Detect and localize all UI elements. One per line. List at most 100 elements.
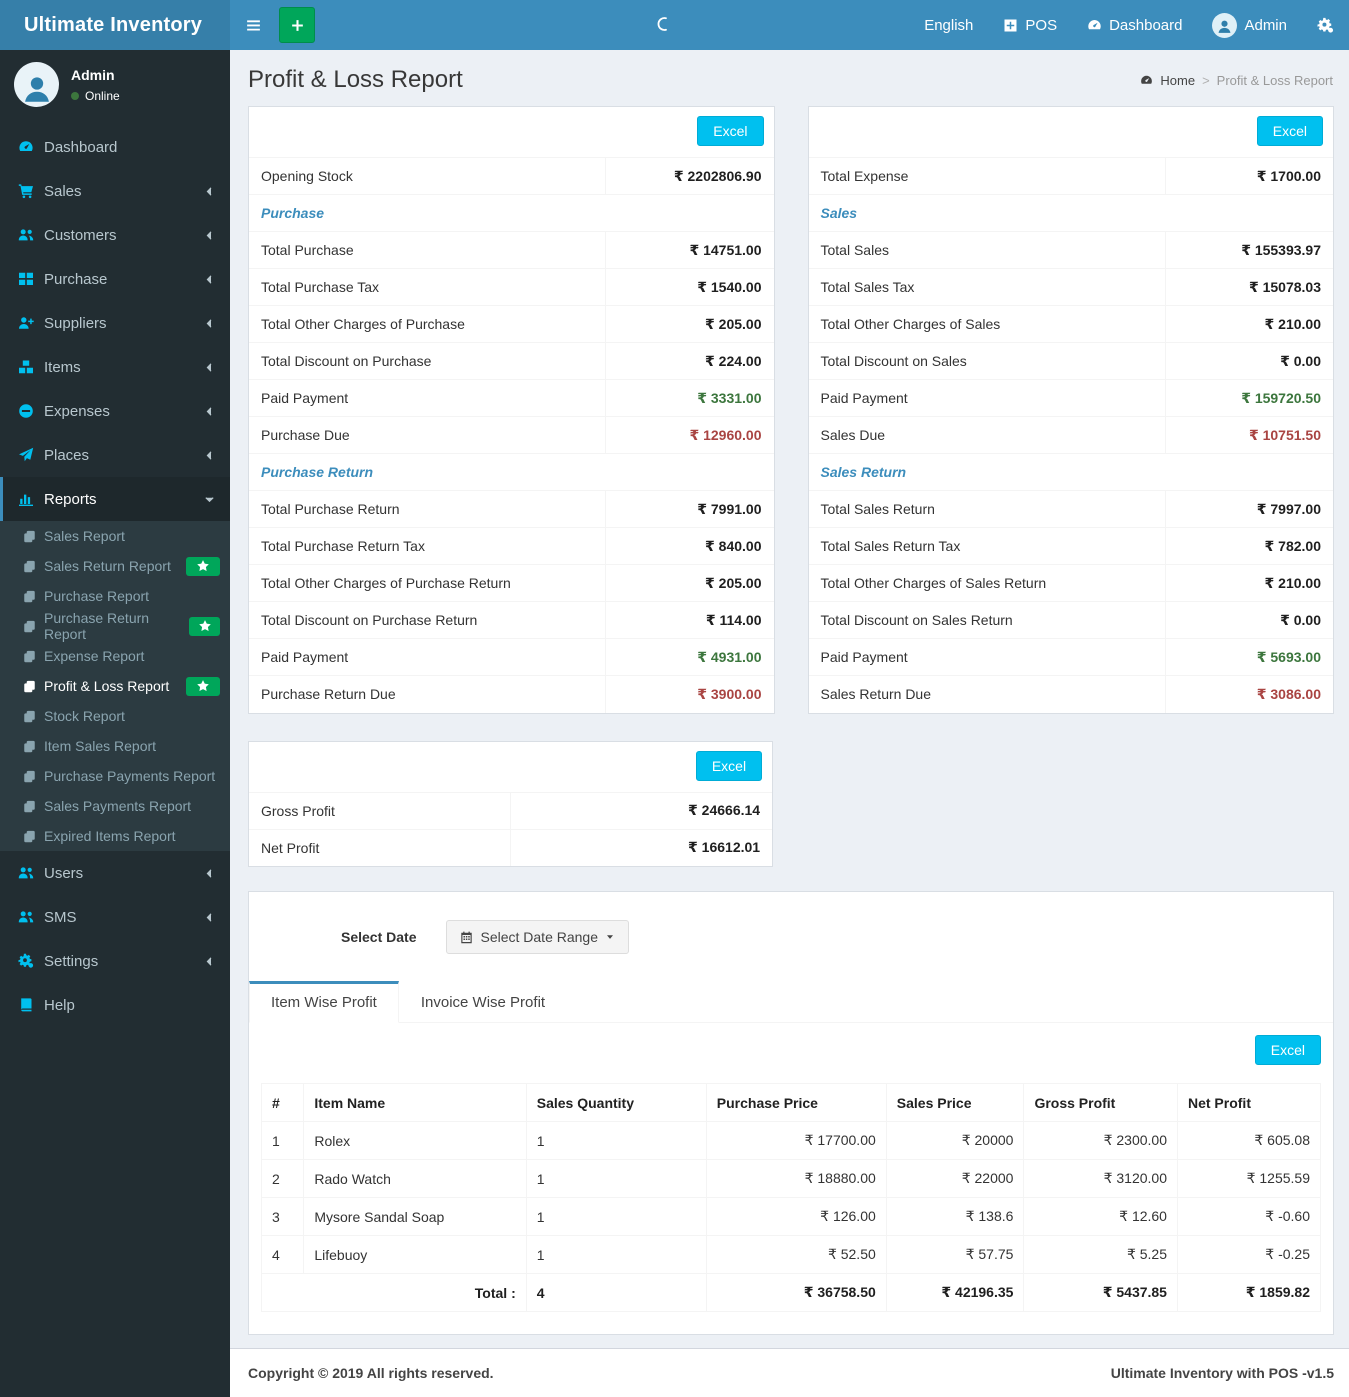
sidebar-item[interactable]: Sales — [0, 169, 230, 213]
tab[interactable]: Item Wise Profit — [249, 981, 399, 1023]
sidebar-subitem[interactable]: Sales Report — [0, 521, 230, 551]
sidebar-item[interactable]: Dashboard — [0, 125, 230, 169]
sidebar-item[interactable]: SMS — [0, 895, 230, 939]
plus-square-icon — [1003, 18, 1018, 33]
star-icon — [197, 560, 209, 572]
copy-icon — [23, 770, 36, 783]
favorite-star-badge[interactable] — [186, 556, 220, 576]
sidebar-item[interactable]: Purchase — [0, 257, 230, 301]
row-label: Total Discount on Purchase — [249, 342, 606, 380]
sidebar-subitem[interactable]: Profit & Loss Report — [0, 671, 230, 701]
cell-purchase-price: ₹ 52.50 — [705, 1235, 887, 1274]
table-total-row: Total : 4 ₹ 36758.50 ₹ 42196.35 ₹ 5437.8… — [261, 1273, 1322, 1312]
table-row: Net Profit ₹ 16612.01 — [249, 828, 773, 866]
excel-export-button[interactable]: Excel — [695, 750, 763, 781]
pos-link[interactable]: POS — [988, 0, 1072, 50]
paper-plane-icon — [18, 447, 34, 463]
table-row: 2 Rado Watch 1 ₹ 18880.00 ₹ 22000 ₹ 3120… — [260, 1159, 1322, 1198]
sidebar-item[interactable]: Reports — [0, 477, 230, 521]
sidebar-subitem[interactable]: Expired Items Report — [0, 821, 230, 851]
tab[interactable]: Invoice Wise Profit — [398, 981, 568, 1023]
copy-icon — [23, 590, 36, 603]
sidebar-subitem[interactable]: Purchase Report — [0, 581, 230, 611]
row-label: Total Other Charges of Purchase Return — [249, 564, 606, 602]
sidebar-item[interactable]: Suppliers — [0, 301, 230, 345]
sidebar-item[interactable]: Settings — [0, 939, 230, 983]
column-header: Item Name — [303, 1083, 527, 1122]
sidebar-subitem[interactable]: Sales Return Report — [0, 551, 230, 581]
star-icon — [198, 620, 211, 632]
copy-icon — [23, 710, 36, 723]
table-row: 1 Rolex 1 ₹ 17700.00 ₹ 20000 ₹ 2300.00 ₹… — [260, 1121, 1322, 1160]
table-row: Total Discount on Sales ₹ 0.00 — [808, 342, 1333, 380]
sidebar-item[interactable]: Expenses — [0, 389, 230, 433]
sidebar-item[interactable]: Items — [0, 345, 230, 389]
row-value: ₹ 155393.97 — [1164, 231, 1333, 269]
excel-export-button[interactable]: Excel — [1256, 116, 1323, 146]
excel-export-button[interactable]: Excel — [1254, 1035, 1321, 1065]
sidebar-item[interactable]: Places — [0, 433, 230, 477]
avatar — [14, 62, 59, 107]
sidebar-submenu-item: Purchase Payments Report — [0, 761, 230, 791]
cell-sales-price: ₹ 20000 — [885, 1121, 1025, 1160]
column-header: Purchase Price — [705, 1083, 887, 1122]
date-range-button[interactable]: Select Date Range — [446, 920, 630, 954]
table-row: Total Expense ₹ 1700.00 — [808, 157, 1333, 195]
favorite-star-badge[interactable] — [189, 616, 220, 636]
dashboard-link[interactable]: Dashboard — [1072, 0, 1197, 50]
sidebar-item[interactable]: Help — [0, 983, 230, 1027]
row-value: ₹ 3331.00 — [605, 379, 774, 417]
sidebar-subitem[interactable]: Stock Report — [0, 701, 230, 731]
cell-qty: 1 — [525, 1159, 707, 1198]
language-menu[interactable]: English — [909, 0, 988, 50]
sidebar-submenu-item: Item Sales Report — [0, 731, 230, 761]
moon-icon[interactable] — [655, 13, 671, 35]
excel-export-button[interactable]: Excel — [697, 116, 764, 146]
row-value: ₹ 0.00 — [1164, 342, 1333, 380]
gears-icon — [1317, 17, 1334, 34]
row-label: Opening Stock — [249, 157, 606, 195]
section-row: Purchase — [249, 194, 774, 232]
sidebar-menu-item: SMS — [0, 895, 230, 939]
table-row: Gross Profit ₹ 24666.14 — [249, 791, 773, 829]
sidebar-subitem[interactable]: Sales Payments Report — [0, 791, 230, 821]
section-row: Sales — [808, 194, 1333, 232]
sidebar-menu-item: Purchase — [0, 257, 230, 301]
sidebar-submenu-item: Sales Return Report — [0, 551, 230, 581]
user-plus-icon — [18, 315, 34, 331]
profit-summary-box: Excel Gross Profit ₹ 24666.14 Net Profit… — [248, 740, 774, 867]
row-label: Gross Profit — [249, 791, 511, 829]
breadcrumb: Home > Profit & Loss Report — [1140, 73, 1333, 88]
breadcrumb-current: Profit & Loss Report — [1216, 72, 1333, 88]
gauge-icon — [1140, 74, 1153, 87]
chevron-left-icon — [204, 450, 215, 461]
settings-gears-button[interactable] — [1302, 0, 1349, 50]
sidebar-subitem[interactable]: Item Sales Report — [0, 731, 230, 761]
sidebar-menu-item: Expenses — [0, 389, 230, 433]
sidebar-toggle-button[interactable] — [230, 0, 277, 50]
user-status[interactable]: Online — [71, 89, 120, 103]
total-sales-price: ₹ 42196.35 — [885, 1273, 1025, 1312]
sidebar-item[interactable]: Users — [0, 851, 230, 895]
column-header: Sales Price — [885, 1083, 1025, 1122]
row-label: Total Discount on Purchase Return — [249, 601, 606, 639]
total-gross-profit: ₹ 5437.85 — [1023, 1273, 1178, 1312]
favorite-star-badge[interactable] — [186, 676, 220, 696]
sidebar-subitem[interactable]: Purchase Return Report — [0, 610, 230, 642]
sidebar-subitem[interactable]: Expense Report — [0, 641, 230, 671]
cell-item-name: Lifebuoy — [303, 1235, 527, 1274]
quick-add-button[interactable] — [279, 7, 315, 43]
profit-summary-table: Gross Profit ₹ 24666.14 Net Profit ₹ 166… — [249, 791, 773, 866]
user-menu[interactable]: Admin — [1197, 0, 1302, 50]
breadcrumb-home-link[interactable]: Home — [1160, 73, 1195, 88]
copyright-text: Copyright © 2019 All rights reserved. — [248, 1365, 494, 1381]
chevron-left-icon — [204, 186, 215, 197]
column-header: Gross Profit — [1023, 1083, 1178, 1122]
sidebar-menu-item: Customers — [0, 213, 230, 257]
app-logo[interactable]: Ultimate Inventory — [0, 0, 230, 50]
row-value: ₹ 10751.50 — [1164, 416, 1333, 454]
row-value: ₹ 12960.00 — [605, 416, 774, 454]
sidebar-submenu-item: Sales Report — [0, 521, 230, 551]
sidebar-item[interactable]: Customers — [0, 213, 230, 257]
sidebar-subitem[interactable]: Purchase Payments Report — [0, 761, 230, 791]
